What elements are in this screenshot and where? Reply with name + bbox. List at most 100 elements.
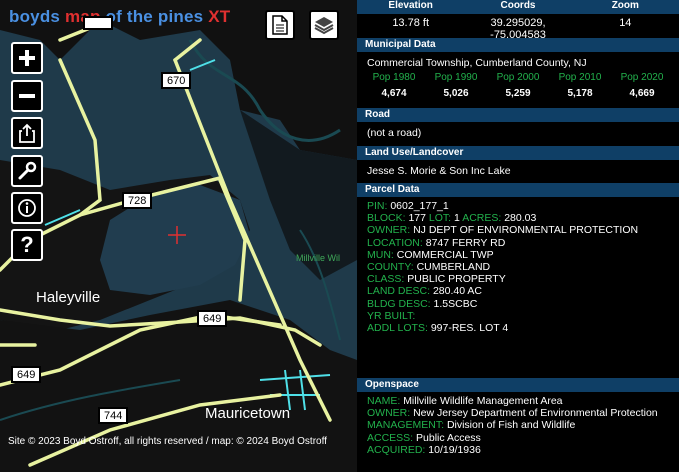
plus-icon <box>19 50 35 66</box>
landuse-header: Land Use/Landcover <box>357 146 679 160</box>
summary-values: 13.78 ft 39.295029, -75.004583 14 <box>357 14 679 41</box>
pop-label: Pop 2010 <box>558 72 602 84</box>
openspace-fields: NAME: Millville Wildlife Management Area… <box>357 392 679 456</box>
field-label: LAND DESC: <box>367 285 431 298</box>
route-shield-partial <box>83 16 113 30</box>
help-button[interactable]: ? <box>11 229 43 261</box>
parcel-yr-built: YR BUILT: <box>357 310 679 322</box>
field-label: OWNER: <box>367 224 411 237</box>
openspace-access: ACCESS: Public Access <box>357 432 679 444</box>
field-value: 0602_177_1 <box>390 200 449 212</box>
field-label: CLASS: <box>367 273 405 286</box>
map-view[interactable]: boyds map of the pines XT <box>0 0 357 472</box>
field-value: CUMBERLAND <box>416 261 491 274</box>
pop-label: Pop 2020 <box>620 72 664 84</box>
field-value: PUBLIC PROPERTY <box>407 273 506 286</box>
field-label: BLDG DESC: <box>367 297 431 310</box>
field-label: ACCESS: <box>367 431 414 444</box>
parcel-class: CLASS: PUBLIC PROPERTY <box>357 273 679 285</box>
field-label: PIN: <box>367 200 388 212</box>
parcel-mun: MUN: COMMERCIAL TWP <box>357 249 679 261</box>
road-section: Road (not a road) <box>357 108 679 139</box>
summary-header: Elevation Coords Zoom <box>357 0 679 14</box>
field-value: 997-RES. LOT 4 <box>430 322 509 335</box>
field-label: NAME: <box>367 395 401 407</box>
brand-part-xt: XT <box>208 7 231 26</box>
route-shield: 649 <box>197 310 228 327</box>
population-labels: Pop 1980 Pop 1990 Pop 2000 Pop 2010 Pop … <box>357 69 679 83</box>
parcel-header: Parcel Data <box>357 183 679 197</box>
openspace-management: MANAGEMENT: Division of Fish and Wildlif… <box>357 419 679 431</box>
field-value: 10/19/1936 <box>428 443 481 456</box>
pop-value: 5,026 <box>443 88 469 100</box>
parcel-county: COUNTY: CUMBERLAND <box>357 261 679 273</box>
layers-button[interactable] <box>309 10 339 40</box>
wrench-icon <box>18 161 37 180</box>
field-value: 280.40 AC <box>432 285 482 298</box>
field-value: 8747 FERRY RD <box>425 236 506 249</box>
field-label: OWNER: <box>367 407 411 420</box>
field-value: NJ DEPT OF ENVIRONMENTAL PROTECTION <box>413 224 639 237</box>
pop-label: Pop 1980 <box>372 72 416 84</box>
parcel-fields: PIN: 0602_177_1 BLOCK: 177 LOT: 1 ACRES:… <box>357 197 679 334</box>
brand-part-boyds: boyds <box>9 7 65 26</box>
field-label: YR BUILT: <box>367 309 416 322</box>
field-value: 1.5SCBC <box>433 297 478 310</box>
location-summary: Elevation Coords Zoom 13.78 ft 39.295029… <box>357 0 679 41</box>
zoom-label: Zoom <box>611 0 639 11</box>
share-icon <box>19 123 35 143</box>
route-shield: 649 <box>11 366 42 383</box>
parcel-owner: OWNER: NJ DEPT OF ENVIRONMENTAL PROTECTI… <box>357 224 679 236</box>
municipality-name: Commercial Township, Cumberland County, … <box>367 57 587 69</box>
field-label: LOT: <box>428 212 452 225</box>
openspace-owner: OWNER: New Jersey Department of Environm… <box>357 407 679 419</box>
parcel-section: Parcel Data PIN: 0602_177_1 BLOCK: 177 L… <box>357 183 679 334</box>
pop-value: 5,178 <box>567 88 593 100</box>
field-value: Division of Fish and Wildlife <box>446 419 576 432</box>
elevation-label: Elevation <box>388 0 433 11</box>
road-value: (not a road) <box>367 127 422 139</box>
pop-value: 4,669 <box>629 88 655 100</box>
landuse-section: Land Use/Landcover Jesse S. Morie & Son … <box>357 146 679 177</box>
parcel-bldg-desc: BLDG DESC: 1.5SCBC <box>357 298 679 310</box>
route-shield: 670 <box>161 72 192 89</box>
openspace-acquired: ACQUIRED: 10/19/1936 <box>357 444 679 456</box>
wma-label: Millville Wil <box>296 253 340 263</box>
field-label: ADDL LOTS: <box>367 322 428 335</box>
field-label: LOCATION: <box>367 236 423 249</box>
landuse-value: Jesse S. Morie & Son Inc Lake <box>367 165 511 177</box>
field-label: COUNTY: <box>367 261 414 274</box>
zoom-in-button[interactable] <box>11 42 43 74</box>
coords-label: Coords <box>500 0 536 11</box>
pop-value: 4,674 <box>381 88 407 100</box>
field-value: Public Access <box>416 431 481 444</box>
openspace-section: Openspace NAME: Millville Wildlife Manag… <box>357 378 679 456</box>
parcel-pin: PIN: 0602_177_1 <box>357 200 679 212</box>
info-panel: Elevation Coords Zoom 13.78 ft 39.295029… <box>357 0 679 472</box>
population-values: 4,674 5,026 5,259 5,178 4,669 <box>357 83 679 99</box>
share-button[interactable] <box>11 117 43 149</box>
brand-title: boyds map of the pines XT <box>9 7 230 27</box>
question-icon: ? <box>20 232 34 257</box>
field-value: Millville Wildlife Management Area <box>403 395 563 407</box>
parcel-addl-lots: ADDL LOTS: 997-RES. LOT 4 <box>357 322 679 334</box>
place-label-haleyville: Haleyville <box>36 289 101 306</box>
info-button[interactable] <box>11 192 43 224</box>
field-value: COMMERCIAL TWP <box>396 248 494 261</box>
openspace-header: Openspace <box>357 378 679 392</box>
field-label: MANAGEMENT: <box>367 419 445 432</box>
openspace-name: NAME: Millville Wildlife Management Area <box>357 395 679 407</box>
tools-button[interactable] <box>11 155 43 187</box>
field-label: BLOCK: <box>367 212 406 225</box>
pop-value: 5,259 <box>505 88 531 100</box>
field-label: ACRES: <box>462 212 502 225</box>
document-button[interactable] <box>265 10 295 40</box>
document-icon <box>272 15 288 35</box>
parcel-block-lot: BLOCK: 177 LOT: 1 ACRES: 280.03 <box>357 212 679 224</box>
pop-label: Pop 2000 <box>496 72 540 84</box>
field-value: 280.03 <box>504 212 537 225</box>
zoom-out-button[interactable] <box>11 80 43 112</box>
info-icon <box>18 199 36 217</box>
municipal-section: Municipal Data Commercial Township, Cumb… <box>357 38 679 99</box>
field-label: MUN: <box>367 248 394 261</box>
